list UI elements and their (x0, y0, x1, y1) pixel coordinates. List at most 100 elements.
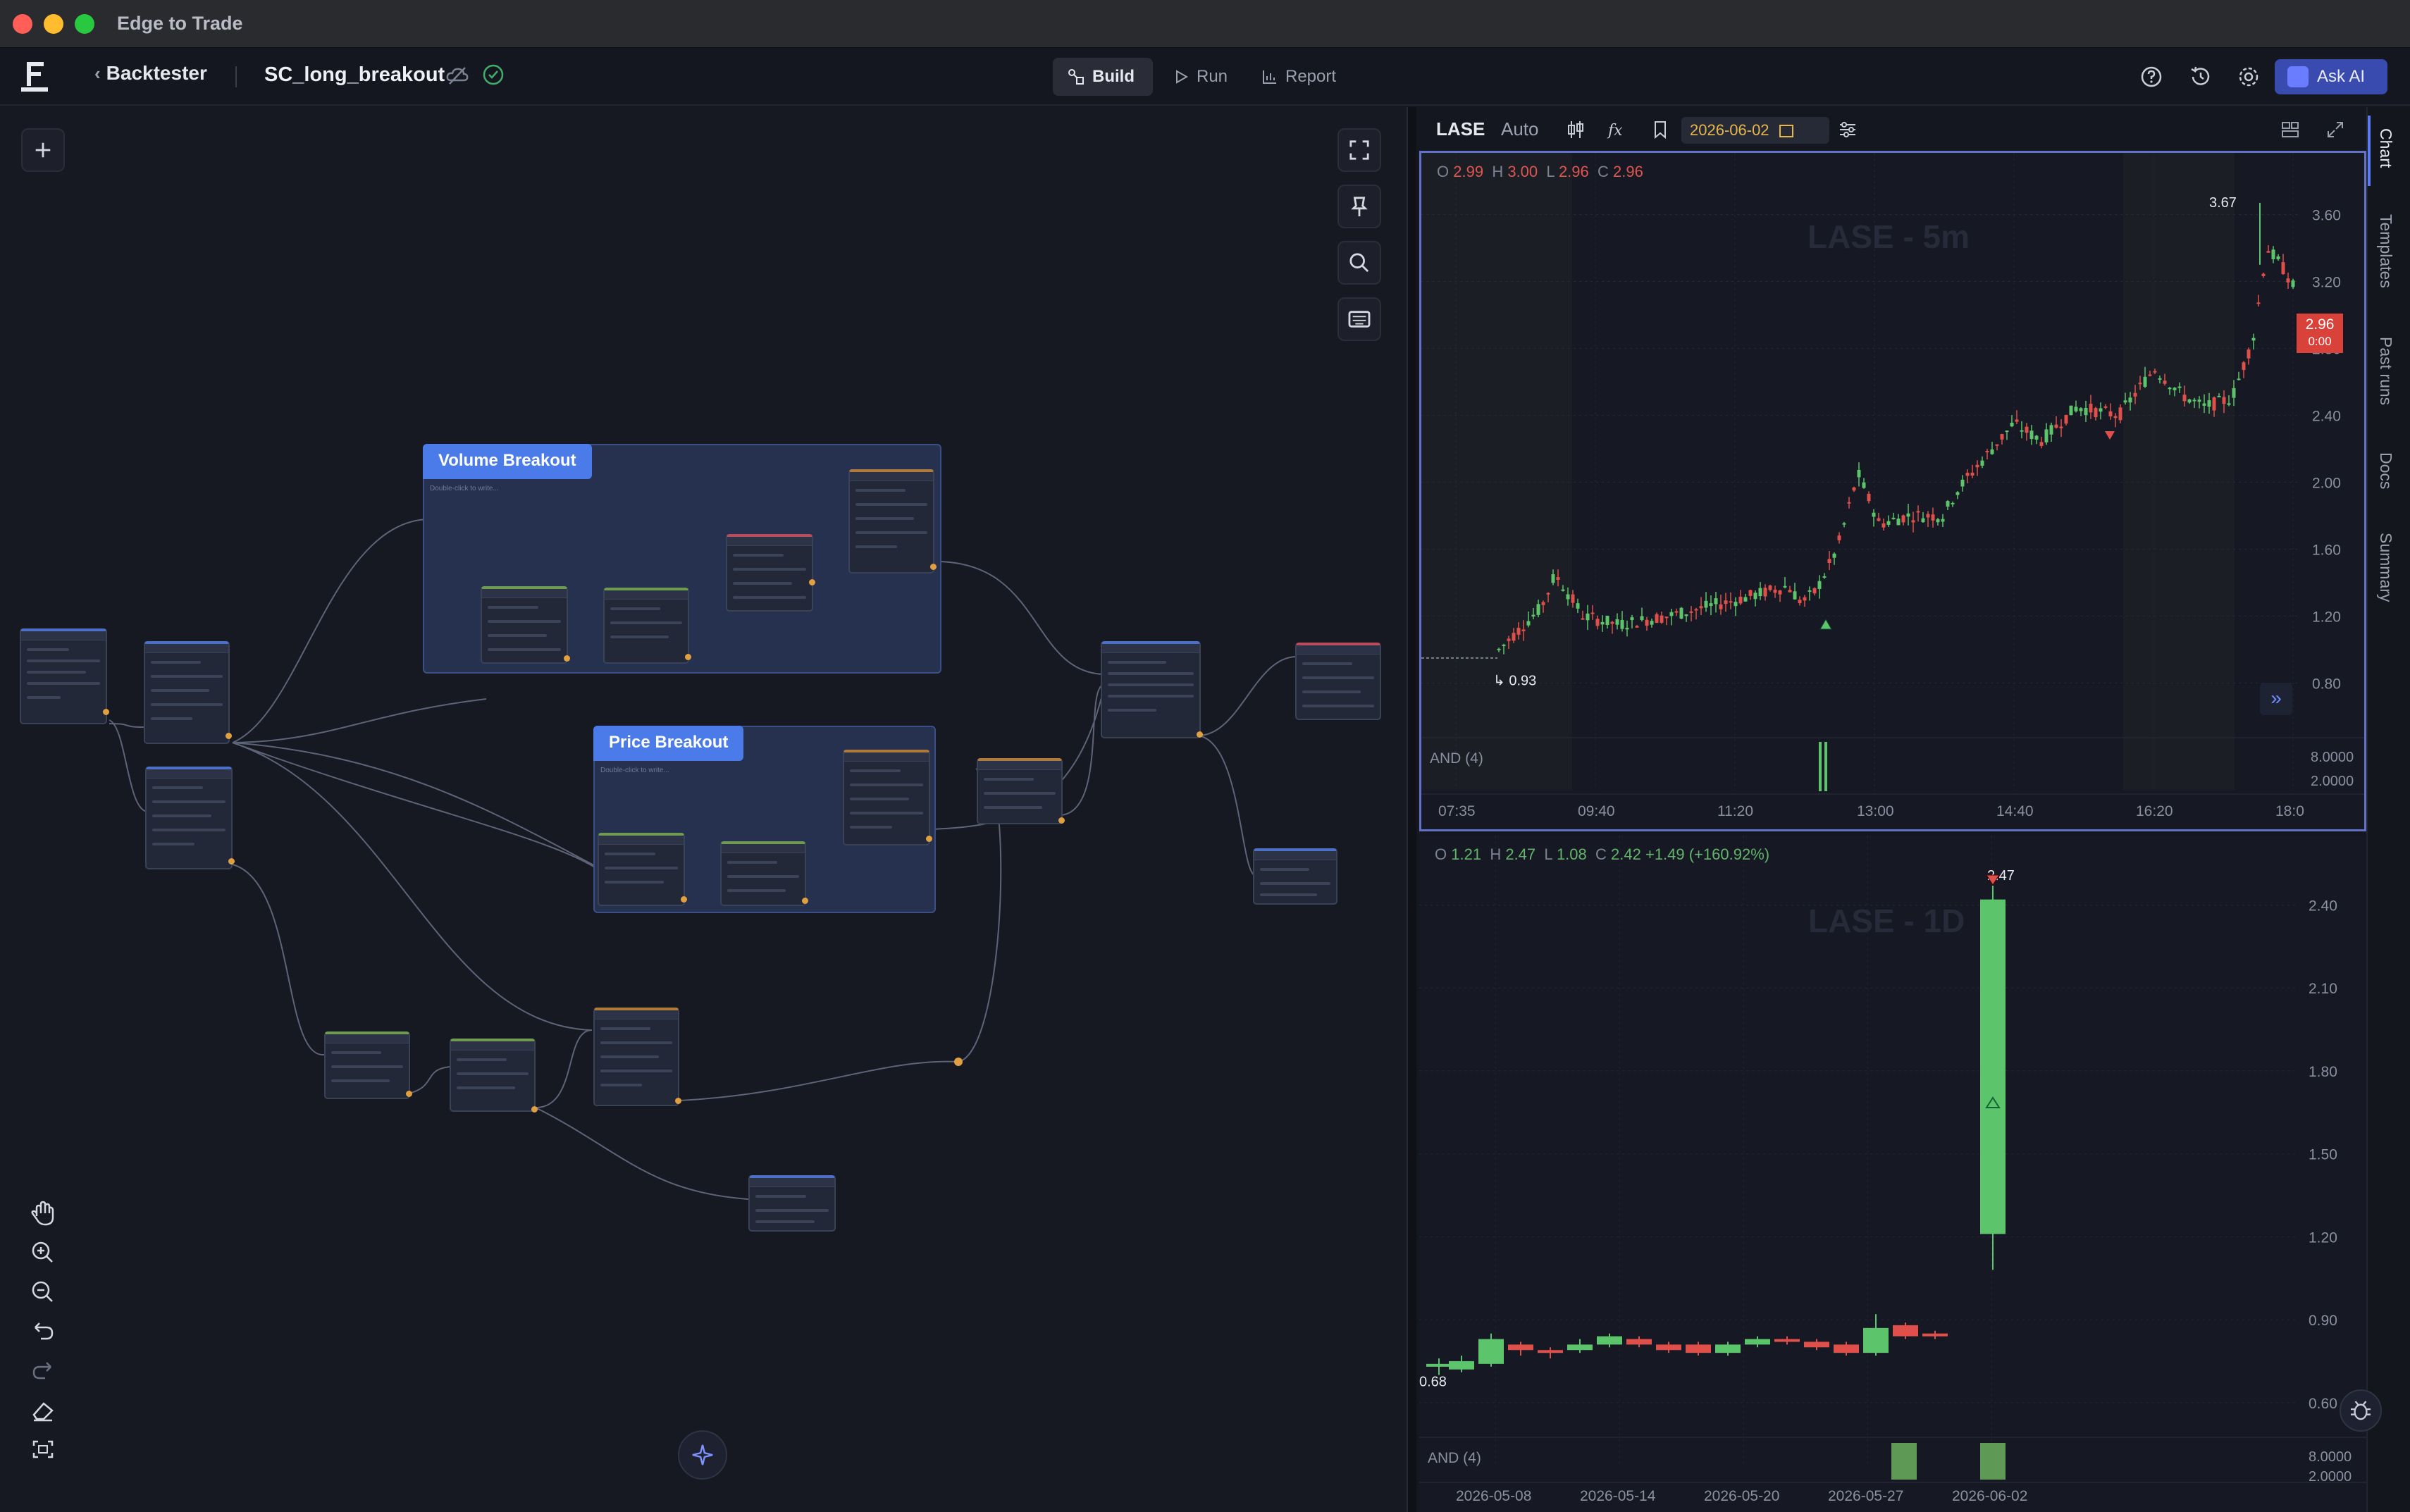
ai-assist-button[interactable] (678, 1430, 727, 1480)
entry-marker (1819, 618, 1832, 630)
rolling-maximum-node[interactable] (598, 833, 687, 906)
candle-body (1931, 514, 1935, 521)
data-source-node[interactable] (20, 628, 109, 724)
filter-node[interactable] (144, 641, 232, 744)
app-logo-icon[interactable] (20, 59, 51, 94)
candle-body (2202, 403, 2206, 406)
report-mode-button[interactable]: Report (1247, 58, 1360, 96)
symbol-selector[interactable]: LASE (1436, 118, 1485, 140)
layout-icon[interactable] (2279, 118, 2301, 141)
build-mode-button[interactable]: Build (1053, 58, 1153, 96)
entry-order-node[interactable] (1295, 643, 1381, 720)
rolling-value-node[interactable] (748, 1175, 836, 1232)
candle-body (1798, 600, 1802, 604)
ask-ai-button[interactable]: Ask AI (2275, 59, 2387, 94)
gear-icon[interactable] (2235, 63, 2262, 90)
candle-body (1724, 600, 1728, 605)
rolling-maximum-node-2[interactable] (450, 1039, 538, 1113)
fit-view-button[interactable] (1337, 128, 1381, 172)
run-mode-button[interactable]: Run (1158, 58, 1243, 96)
candle-body (1926, 514, 1930, 518)
back-button[interactable]: ‹ Backtester (94, 62, 207, 85)
candle-body (2118, 407, 2122, 421)
eraser-button[interactable] (21, 1391, 65, 1429)
date-picker[interactable]: 2026-06-02 (1681, 117, 1829, 144)
add-node-button[interactable] (21, 128, 65, 172)
expand-icon[interactable] (2324, 118, 2347, 141)
tab-summary[interactable]: Summary (2376, 533, 2395, 602)
group-price-breakout-label[interactable]: Price Breakout (593, 726, 744, 761)
zoom-out-button[interactable] (21, 1272, 65, 1310)
close-value: 2.96 (1613, 163, 1643, 180)
tab-past-runs[interactable]: Past runs (2376, 337, 2395, 405)
scale-mode-toggle[interactable]: Auto (1501, 118, 1539, 140)
plus-icon (35, 142, 51, 158)
maximize-window-button[interactable] (75, 14, 94, 34)
candle-body (1645, 619, 1649, 626)
exit-order-node[interactable] (1253, 848, 1337, 905)
tab-chart[interactable]: Chart (2376, 128, 2395, 168)
undo-icon (35, 1322, 54, 1340)
scroll-to-latest-button[interactable]: » (2260, 683, 2292, 715)
bar-offset-node[interactable] (603, 588, 691, 664)
high-marker-label: 3.67 (2209, 195, 2237, 211)
x-tick-label: 14:40 (1996, 803, 2034, 819)
candle-body (2158, 378, 2162, 380)
y-tick-label: 1.20 (2309, 1229, 2337, 1246)
condition-node-price[interactable] (843, 750, 932, 845)
candle-body (2123, 400, 2127, 403)
candle-body (1822, 576, 1827, 578)
candle-body (1620, 619, 1624, 629)
intraday-chart[interactable]: LASE - 5m 3.603.202.802.402.001.601.200.… (1419, 151, 2366, 831)
candle-body (1827, 559, 1831, 564)
x-tick-label: 11:20 (1717, 803, 1753, 819)
function-icon[interactable]: fx (1605, 118, 1628, 141)
bar-offset-node-2[interactable] (720, 841, 808, 906)
multiply-node[interactable] (726, 534, 815, 612)
candlestick-icon[interactable] (1564, 118, 1587, 141)
time-of-day-node[interactable] (977, 758, 1065, 824)
candle-body (1743, 597, 1748, 602)
strategy-name[interactable]: SC_long_breakout (264, 63, 445, 87)
low-value-daily: 1.08 (1556, 845, 1587, 863)
condition-node-3[interactable] (593, 1008, 681, 1106)
rolling-average-node[interactable] (481, 586, 570, 664)
group-volume-breakout-label[interactable]: Volume Breakout (423, 444, 592, 479)
merge-conditions-node[interactable] (1101, 641, 1203, 738)
close-window-button[interactable] (13, 14, 32, 34)
tab-templates[interactable]: Templates (2376, 214, 2395, 288)
tab-docs[interactable]: Docs (2376, 452, 2395, 489)
undo-button[interactable] (21, 1312, 65, 1350)
candle-body (1626, 1339, 1652, 1345)
candle-body (2015, 419, 2019, 422)
candle-body (1793, 591, 1797, 600)
indicator-bar (1824, 742, 1827, 791)
screenshot-button[interactable] (21, 1430, 65, 1468)
filter-node-2[interactable] (145, 767, 235, 869)
change-value-daily: +1.49 (+160.92%) (1645, 845, 1770, 863)
help-icon[interactable] (2138, 63, 2165, 90)
candle-body (1719, 604, 1723, 609)
indicator-tick-label: 2.0000 (2309, 1469, 2352, 1485)
keyboard-shortcuts-button[interactable] (1337, 297, 1381, 341)
candle-body (1630, 617, 1634, 621)
pin-button[interactable] (1337, 185, 1381, 228)
open-value-daily: 1.21 (1451, 845, 1482, 863)
bar-offset-node-3[interactable] (324, 1031, 412, 1099)
strategy-canvas[interactable]: Volume Breakout Double-click to write...… (0, 107, 1407, 1512)
report-bug-button[interactable] (2340, 1389, 2382, 1432)
history-icon[interactable] (2187, 63, 2214, 90)
redo-button[interactable] (21, 1351, 65, 1389)
search-icon (1349, 253, 1369, 273)
condition-node-volume[interactable] (848, 469, 937, 574)
search-nodes-button[interactable] (1337, 241, 1381, 285)
minimize-window-button[interactable] (44, 14, 63, 34)
sliders-icon[interactable] (1836, 118, 1859, 141)
pan-tool-button[interactable] (21, 1192, 65, 1236)
candle-body (1951, 502, 1955, 504)
panel-resize-handle[interactable] (1407, 107, 1416, 1512)
bookmark-icon[interactable] (1649, 118, 1671, 141)
zoom-in-button[interactable] (21, 1233, 65, 1271)
daily-chart[interactable]: LASE - 1D 2.40 2.10 1.80 1.50 1.20 0.90 0.60 20… (1419, 836, 2366, 1512)
candle-body (1536, 604, 1540, 615)
